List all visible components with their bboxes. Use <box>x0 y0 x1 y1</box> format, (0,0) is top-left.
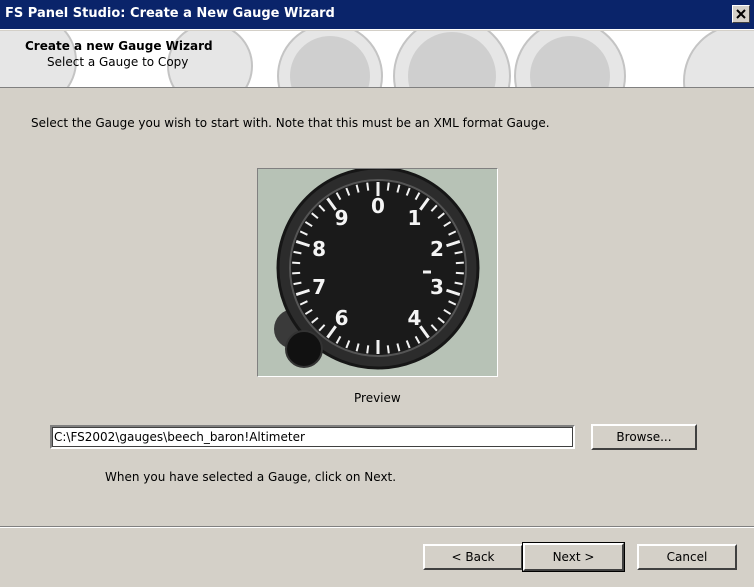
gauge-tick <box>292 261 301 265</box>
gauge-knob <box>285 330 323 368</box>
banner-subtitle: Select a Gauge to Copy <box>47 55 189 69</box>
gauge-tick <box>386 182 390 191</box>
gauge-number: 2 <box>430 237 444 261</box>
gauge-number: 9 <box>335 206 349 230</box>
gauge-path-input[interactable]: C:\FS2002\gauges\beech_baron!Altimeter <box>50 425 575 449</box>
gauge-number: 7 <box>312 275 326 299</box>
gauge-number: 0 <box>371 194 385 218</box>
cancel-button[interactable]: Cancel <box>637 544 737 570</box>
hint-text: When you have selected a Gauge, click on… <box>105 470 397 484</box>
gauge-number: 8 <box>312 237 326 261</box>
gauge-number: 6 <box>335 306 349 330</box>
preview-label: Preview <box>354 391 401 405</box>
gauge-preview: 012 34 67 89 <box>257 166 498 377</box>
banner-title: Create a new Gauge Wizard <box>25 39 213 53</box>
gauge-number: 3 <box>430 275 444 299</box>
instruction-text: Select the Gauge you wish to start with.… <box>31 116 550 130</box>
close-icon <box>736 9 746 19</box>
wizard-header-banner: Create a new Gauge Wizard Select a Gauge… <box>0 31 754 88</box>
gauge-number: 4 <box>407 306 421 330</box>
gauge-tick <box>455 271 464 275</box>
next-button[interactable]: Next > <box>522 542 625 572</box>
gauge-tick <box>455 261 464 265</box>
gauge-tick <box>386 345 390 354</box>
gauge-tick <box>366 182 370 191</box>
window-title: FS Panel Studio: Create a New Gauge Wiza… <box>5 6 335 21</box>
gauge-tick <box>292 271 301 275</box>
browse-button[interactable]: Browse... <box>591 424 697 450</box>
altimeter-gauge-image: 0 12 34 67 89 <box>274 166 480 370</box>
close-button[interactable] <box>732 5 750 23</box>
gauge-number: 1 <box>407 206 421 230</box>
footer-separator <box>0 526 754 528</box>
back-button[interactable]: < Back <box>423 544 523 570</box>
gauge-tick <box>366 345 370 354</box>
title-bar: FS Panel Studio: Create a New Gauge Wiza… <box>0 0 754 30</box>
